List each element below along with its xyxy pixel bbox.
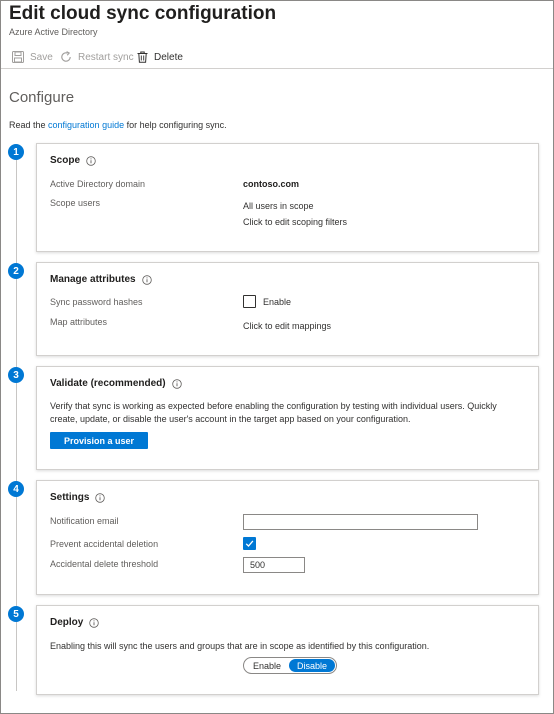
settings-card: Settings Notification email Prevent acci…	[36, 480, 539, 595]
save-icon	[12, 51, 24, 63]
scope-users-label: Scope users	[50, 198, 101, 208]
command-bar: Save Restart sync Delete	[1, 47, 553, 67]
configuration-guide-link[interactable]: configuration guide	[48, 120, 124, 130]
deploy-card: Deploy Enabling this will sync the users…	[36, 605, 539, 695]
deploy-description: Enabling this will sync the users and gr…	[50, 641, 430, 651]
step-number-5: 5	[8, 606, 24, 622]
section-title: Configure	[9, 89, 75, 106]
delete-button[interactable]: Delete	[137, 48, 183, 66]
scope-card: Scope Active Directory domain contoso.co…	[36, 143, 539, 252]
save-label: Save	[30, 51, 53, 63]
manage-attributes-card: Manage attributes Sync password hashes E…	[36, 262, 539, 356]
info-icon[interactable]	[89, 617, 100, 628]
prevent-deletion-checkbox[interactable]	[243, 537, 256, 550]
page-title: Edit cloud sync configuration	[9, 3, 277, 24]
intro-text: Read the configuration guide for help co…	[9, 120, 227, 130]
delete-threshold-label: Accidental delete threshold	[50, 559, 159, 569]
delete-threshold-input[interactable]: 500	[243, 557, 305, 573]
sync-password-label: Sync password hashes	[50, 297, 143, 307]
prevent-deletion-label: Prevent accidental deletion	[50, 539, 159, 549]
notification-email-label: Notification email	[50, 516, 119, 526]
refresh-icon	[61, 51, 71, 62]
info-icon[interactable]	[95, 492, 106, 503]
step-number-3: 3	[8, 367, 24, 383]
toolbar-divider	[1, 68, 553, 69]
info-icon[interactable]	[141, 274, 152, 285]
edit-mappings-link[interactable]: Click to edit mappings	[243, 321, 331, 331]
sync-password-enable-label: Enable	[263, 297, 292, 307]
settings-title-text: Settings	[50, 492, 90, 503]
attributes-title-text: Manage attributes	[50, 274, 136, 285]
step-number-2: 2	[8, 263, 24, 279]
deploy-disable-option[interactable]: Disable	[289, 659, 335, 672]
edit-scoping-filters-link[interactable]: Click to edit scoping filters	[243, 217, 347, 227]
checkmark-icon	[245, 540, 254, 547]
validate-title-text: Validate (recommended)	[50, 378, 166, 389]
intro-prefix: Read the	[9, 120, 49, 130]
validate-card: Validate (recommended) Verify that sync …	[36, 366, 539, 470]
save-button[interactable]: Save	[12, 48, 53, 66]
delete-label: Delete	[154, 51, 183, 63]
restart-sync-button[interactable]: Restart sync	[60, 48, 134, 66]
scope-users-value: All users in scope	[243, 201, 314, 211]
deploy-title: Deploy	[50, 617, 100, 628]
step-number-1: 1	[8, 144, 24, 160]
info-icon[interactable]	[171, 378, 182, 389]
validate-title: Validate (recommended)	[50, 378, 182, 389]
info-icon[interactable]	[86, 155, 96, 166]
scope-title: Scope	[50, 155, 96, 166]
settings-title: Settings	[50, 492, 106, 503]
notification-email-input[interactable]	[243, 514, 478, 530]
trash-icon	[137, 51, 148, 63]
provision-user-button[interactable]: Provision a user	[50, 432, 149, 449]
domain-value: contoso.com	[243, 179, 300, 189]
deploy-enable-option[interactable]: Enable	[245, 659, 289, 672]
app-window: Edit cloud sync configuration Azure Acti…	[0, 0, 554, 714]
deploy-toggle[interactable]: Enable Disable	[243, 657, 337, 674]
scope-title-text: Scope	[50, 155, 81, 166]
sync-password-checkbox[interactable]	[243, 295, 256, 308]
page-subtitle: Azure Active Directory	[9, 27, 98, 37]
restart-sync-label: Restart sync	[78, 51, 134, 63]
validate-description: Verify that sync is working as expected …	[50, 401, 497, 424]
intro-suffix: for help configuring sync.	[124, 120, 227, 130]
step-number-4: 4	[8, 481, 24, 497]
attributes-title: Manage attributes	[50, 274, 152, 285]
domain-label: Active Directory domain	[50, 179, 146, 189]
map-attributes-label: Map attributes	[50, 317, 108, 327]
deploy-title-text: Deploy	[50, 617, 84, 628]
